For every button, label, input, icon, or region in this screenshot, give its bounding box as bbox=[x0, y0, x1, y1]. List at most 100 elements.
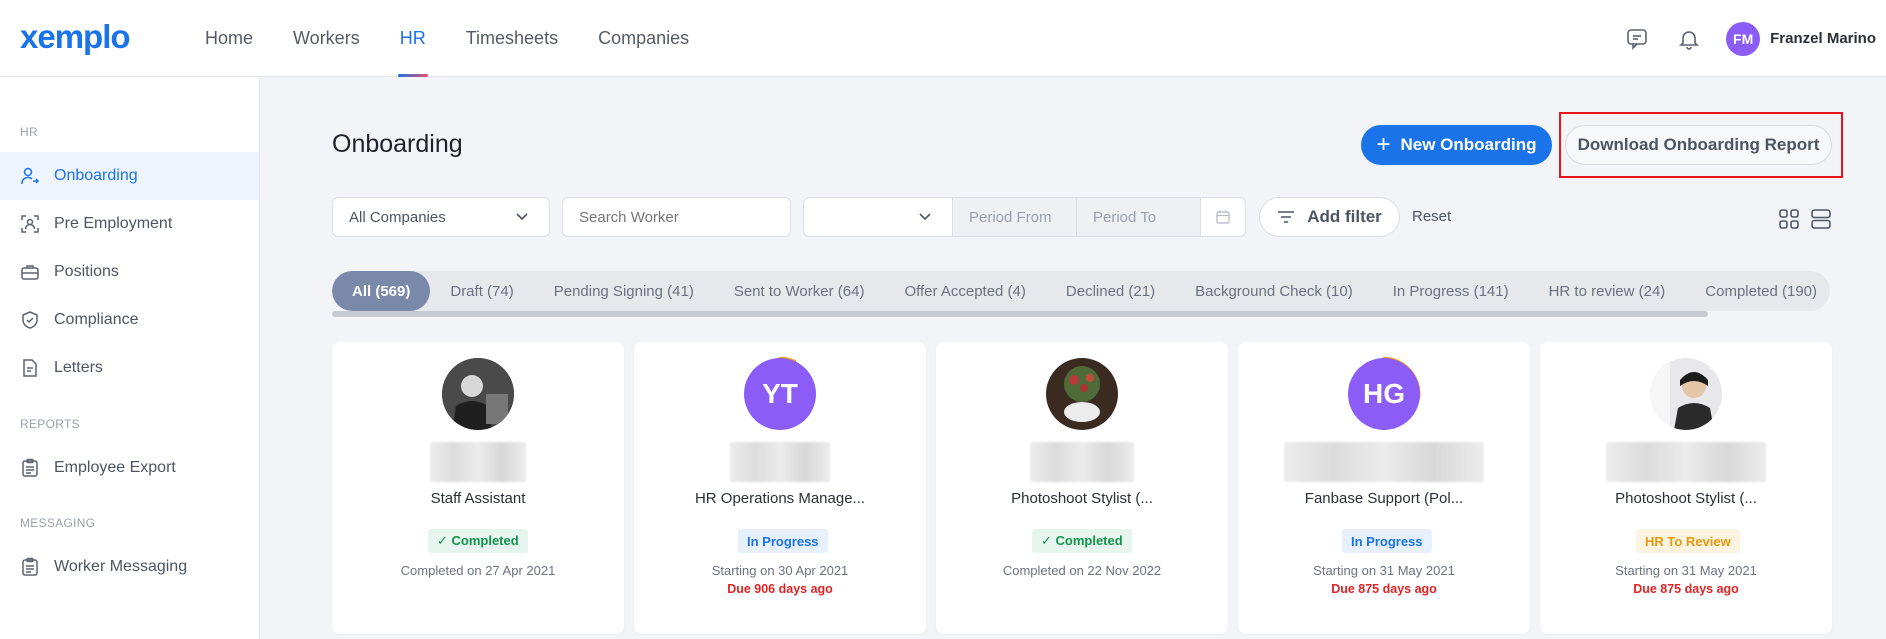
period-from-input[interactable]: Period From bbox=[952, 197, 1077, 237]
sidebar-item-compliance[interactable]: Compliance bbox=[0, 296, 259, 344]
grid-view-icon[interactable] bbox=[1778, 208, 1800, 235]
status-badge: In Progress bbox=[738, 529, 828, 553]
nav-workers[interactable]: Workers bbox=[273, 0, 380, 77]
plus-icon: + bbox=[1376, 131, 1391, 158]
nav-hr[interactable]: HR bbox=[380, 0, 446, 77]
download-report-button[interactable]: Download Onboarding Report bbox=[1565, 125, 1832, 165]
position-title: HR Operations Manage... bbox=[694, 490, 866, 507]
sidebar-item-letters[interactable]: Letters bbox=[0, 344, 259, 392]
onboarding-card[interactable]: HG Fanbase Support (Pol... In Progress S… bbox=[1238, 342, 1530, 634]
sidebar-item-label: Employee Export bbox=[54, 459, 176, 476]
tab-in-progress[interactable]: In Progress (141) bbox=[1373, 271, 1529, 311]
worker-avatar-photo bbox=[1650, 358, 1722, 430]
card-date: Completed on 22 Nov 2022 bbox=[1002, 563, 1162, 578]
briefcase-icon bbox=[21, 265, 39, 280]
calendar-icon bbox=[1216, 210, 1230, 224]
worker-name-redacted bbox=[730, 442, 830, 482]
company-select[interactable]: All Companies bbox=[332, 197, 550, 237]
card-date: Starting on 30 Apr 2021 bbox=[711, 563, 849, 578]
sidebar-item-label: Compliance bbox=[54, 311, 139, 328]
new-onboarding-label: New Onboarding bbox=[1400, 135, 1537, 154]
worker-avatar-initials: YT bbox=[744, 358, 816, 430]
worker-name-redacted bbox=[1030, 442, 1134, 482]
sidebar-section-reports: REPORTS bbox=[20, 417, 80, 431]
due-label: Due 906 days ago bbox=[727, 582, 833, 596]
card-date: Starting on 31 May 2021 bbox=[1615, 563, 1757, 578]
tabs-scrollbar[interactable] bbox=[332, 311, 1708, 317]
sidebar-item-worker-messaging[interactable]: Worker Messaging bbox=[0, 543, 259, 591]
tab-completed[interactable]: Completed (190) bbox=[1685, 271, 1830, 311]
user-name[interactable]: Franzel Marino bbox=[1770, 30, 1876, 47]
sidebar-item-pre-employment[interactable]: Pre Employment bbox=[0, 200, 259, 248]
onboarding-card[interactable]: Staff Assistant ✓ Completed Completed on… bbox=[332, 342, 624, 634]
tab-all[interactable]: All (569) bbox=[332, 271, 431, 311]
company-select-value: All Companies bbox=[349, 208, 446, 226]
onboarding-card[interactable]: YT HR Operations Manage... In Progress S… bbox=[634, 342, 926, 634]
calendar-button[interactable] bbox=[1200, 197, 1246, 237]
nav-timesheets[interactable]: Timesheets bbox=[446, 0, 578, 77]
user-arrow-icon bbox=[21, 167, 40, 185]
worker-name-redacted bbox=[1606, 442, 1766, 482]
new-onboarding-button[interactable]: + New Onboarding bbox=[1361, 125, 1552, 165]
bell-icon[interactable] bbox=[1664, 14, 1714, 64]
onboarding-card[interactable]: Photoshoot Stylist (... ✓ Completed Comp… bbox=[936, 342, 1228, 634]
sidebar-item-positions[interactable]: Positions bbox=[0, 248, 259, 296]
status-badge: HR To Review bbox=[1636, 529, 1740, 553]
card-date: Starting on 31 May 2021 bbox=[1313, 563, 1455, 578]
list-view-icon[interactable] bbox=[1810, 208, 1832, 235]
position-title: Photoshoot Stylist (... bbox=[1011, 490, 1153, 507]
clipboard-icon bbox=[22, 458, 38, 477]
tab-background-check[interactable]: Background Check (10) bbox=[1175, 271, 1373, 311]
sidebar-item-onboarding[interactable]: Onboarding bbox=[0, 152, 259, 200]
sidebar: HR Onboarding Pre Employment Positions C… bbox=[0, 77, 260, 639]
tab-pending-signing[interactable]: Pending Signing (41) bbox=[534, 271, 714, 311]
sidebar-item-label: Letters bbox=[54, 359, 103, 376]
status-badge: In Progress bbox=[1342, 529, 1432, 553]
nav-companies[interactable]: Companies bbox=[578, 0, 709, 77]
worker-name-redacted bbox=[430, 442, 526, 482]
sidebar-item-label: Worker Messaging bbox=[54, 558, 188, 575]
status-badge: ✓ Completed bbox=[428, 529, 528, 553]
shield-check-icon bbox=[22, 311, 38, 329]
clipboard-icon bbox=[22, 557, 38, 576]
tab-hr-to-review[interactable]: HR to review (24) bbox=[1529, 271, 1686, 311]
top-bar: xemplo Home Workers HR Timesheets Compan… bbox=[0, 0, 1886, 77]
worker-avatar-photo bbox=[442, 358, 514, 430]
sidebar-item-label: Pre Employment bbox=[54, 215, 173, 232]
user-avatar[interactable]: FM bbox=[1726, 21, 1761, 56]
search-worker-input[interactable] bbox=[562, 197, 791, 237]
worker-avatar-initials: HG bbox=[1348, 358, 1420, 430]
sidebar-section-hr: HR bbox=[20, 125, 38, 139]
document-icon bbox=[23, 359, 37, 377]
reset-button[interactable]: Reset bbox=[1412, 208, 1451, 225]
position-title: Photoshoot Stylist (... bbox=[1615, 490, 1757, 507]
position-title: Fanbase Support (Pol... bbox=[1304, 490, 1464, 507]
position-title: Staff Assistant bbox=[430, 490, 526, 507]
tab-draft[interactable]: Draft (74) bbox=[430, 271, 533, 311]
nav-home[interactable]: Home bbox=[185, 0, 273, 77]
chevron-down-icon bbox=[919, 213, 931, 221]
worker-name-redacted bbox=[1284, 442, 1484, 482]
main-nav: Home Workers HR Timesheets Companies bbox=[185, 0, 709, 77]
status-badge: ✓ Completed bbox=[1032, 529, 1132, 553]
id-scan-icon bbox=[21, 215, 39, 233]
sidebar-item-label: Positions bbox=[54, 263, 119, 280]
xemplo-logo[interactable]: xemplo bbox=[20, 18, 131, 56]
sidebar-item-label: Onboarding bbox=[54, 167, 138, 184]
tab-offer-accepted[interactable]: Offer Accepted (4) bbox=[884, 271, 1045, 311]
add-filter-button[interactable]: Add filter bbox=[1259, 197, 1400, 237]
chevron-down-icon bbox=[516, 213, 528, 221]
page-title: Onboarding bbox=[332, 130, 463, 158]
sidebar-section-messaging: MESSAGING bbox=[20, 516, 96, 530]
period-to-input[interactable]: Period To bbox=[1076, 197, 1201, 237]
tab-declined[interactable]: Declined (21) bbox=[1046, 271, 1175, 311]
tab-sent-to-worker[interactable]: Sent to Worker (64) bbox=[714, 271, 885, 311]
add-filter-label: Add filter bbox=[1307, 207, 1382, 226]
chat-icon[interactable] bbox=[1612, 14, 1662, 64]
sidebar-item-employee-export[interactable]: Employee Export bbox=[0, 444, 259, 492]
top-right-controls: FM Franzel Marino bbox=[1612, 0, 1876, 77]
period-select[interactable] bbox=[803, 197, 953, 237]
due-label: Due 875 days ago bbox=[1331, 582, 1437, 596]
worker-avatar-photo bbox=[1046, 358, 1118, 430]
onboarding-card[interactable]: Photoshoot Stylist (... HR To Review Sta… bbox=[1540, 342, 1832, 634]
